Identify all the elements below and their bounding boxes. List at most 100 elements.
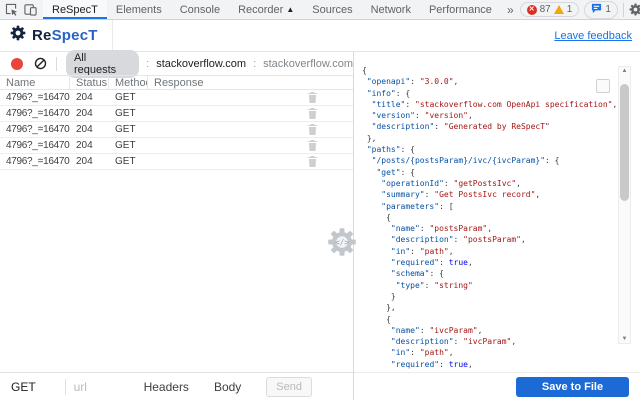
scrollbar-thumb[interactable] (620, 84, 629, 201)
cell-response (148, 156, 353, 167)
openapi-code-viewer[interactable]: { "openapi": "3.0.0", "info": { "title":… (354, 52, 640, 372)
column-header-name[interactable]: Name (0, 76, 70, 89)
filter-host[interactable]: stackoverflow.com (156, 58, 246, 70)
filter-separator: : (146, 58, 149, 70)
devtools-tab-bar: ReSpecT Elements Console Recorder▲Sources Ne… (0, 0, 640, 20)
record-button[interactable] (11, 58, 23, 70)
tab-label: ReSpecT (52, 4, 98, 16)
cell-method: GET (109, 92, 148, 103)
clear-icon[interactable] (34, 57, 47, 70)
table-row[interactable]: 4796?_=16470...204GET (0, 90, 353, 106)
cell-status: 204 (70, 156, 109, 167)
cell-method: GET (109, 124, 148, 135)
tab-elements[interactable]: Elements (107, 0, 171, 19)
leave-feedback-link[interactable]: Leave feedback (554, 30, 632, 42)
code-line: "title": "stackoverflow.com OpenApi spec… (362, 99, 616, 110)
filter-separator: : (253, 58, 256, 70)
cell-status: 204 (70, 124, 109, 135)
code-line: "operationId": "getPostsIvc", (362, 178, 616, 189)
url-input[interactable] (74, 380, 144, 394)
code-line: }, (362, 302, 616, 313)
code-scrollbar[interactable]: ▲ ▼ (618, 66, 631, 344)
requests-table: Name Status Method Response 4796?_=16470… (0, 75, 353, 170)
code-line: "paths": { (362, 144, 616, 155)
warning-count: 1 (567, 4, 573, 15)
scroll-up-icon[interactable]: ▲ (619, 68, 630, 74)
code-editor: { "openapi": "3.0.0", "info": { "title":… (362, 65, 616, 370)
console-errors-warnings-badge[interactable]: ✕ 87 1 (520, 2, 580, 17)
cell-response (148, 92, 353, 103)
method-select[interactable]: GET (11, 380, 44, 394)
divider (56, 57, 57, 71)
code-line: "required": true, (362, 359, 616, 370)
cell-name: 4796?_=16470... (0, 140, 70, 151)
save-row: Save to File (354, 372, 640, 400)
save-to-file-button[interactable]: Save to File (516, 377, 629, 397)
body-button[interactable]: Body (214, 380, 241, 394)
delete-request-icon[interactable] (308, 156, 317, 167)
delete-request-icon[interactable] (308, 92, 317, 103)
tab-label: Network (371, 4, 411, 16)
delete-request-icon[interactable] (308, 108, 317, 119)
issues-badge[interactable]: 1 (584, 1, 618, 19)
tab-sources[interactable]: Sources (303, 0, 361, 19)
error-count: 87 (540, 4, 551, 15)
code-line: "info": { (362, 88, 616, 99)
more-tabs-chevron[interactable]: » (501, 0, 520, 19)
cell-name: 4796?_=16470... (0, 124, 70, 135)
send-button[interactable]: Send (266, 377, 312, 397)
code-line: "in": "path", (362, 246, 616, 257)
tab-network[interactable]: Network (362, 0, 420, 19)
table-row[interactable]: 4796?_=16470...204GET (0, 122, 353, 138)
code-line: "description": "postsParam", (362, 234, 616, 245)
filter-all-requests[interactable]: All requests (66, 50, 139, 78)
tab-label: Console (180, 4, 220, 16)
cell-method: GET (109, 156, 148, 167)
code-line: "in": "path", (362, 347, 616, 358)
logo-title: ReSpecT (32, 27, 98, 44)
delete-request-icon[interactable] (308, 140, 317, 151)
column-header-method[interactable]: Method (109, 76, 148, 89)
device-toolbar-icon[interactable] (24, 3, 37, 16)
network-toolbar: All requests : stackoverflow.com : stack… (0, 52, 353, 75)
code-line: "summary": "Get PostsIvc record", (362, 189, 616, 200)
code-line: "schema": { (362, 268, 616, 279)
settings-gear-icon[interactable] (629, 3, 640, 16)
main-area: All requests : stackoverflow.com : stack… (0, 52, 640, 400)
table-row[interactable]: 4796?_=16470...204GET (0, 106, 353, 122)
issues-count: 1 (605, 4, 611, 15)
code-line: "version": "version", (362, 110, 616, 121)
issues-icon (591, 3, 602, 17)
warning-icon (554, 5, 564, 14)
scroll-down-icon[interactable]: ▼ (619, 336, 630, 342)
delete-request-icon[interactable] (308, 124, 317, 135)
headers-button[interactable]: Headers (144, 380, 189, 394)
cell-response (148, 108, 353, 119)
cell-name: 4796?_=16470... (0, 92, 70, 103)
tab-respect[interactable]: ReSpecT (43, 0, 107, 19)
column-header-response[interactable]: Response (148, 76, 353, 89)
code-line: { (362, 65, 616, 76)
cell-response (148, 140, 353, 151)
filter-host-muted[interactable]: stackoverflow.com (263, 58, 353, 70)
tab-label: Elements (116, 4, 162, 16)
table-row[interactable]: 4796?_=16470...204GET (0, 154, 353, 170)
code-line: "required": true, (362, 257, 616, 268)
cell-status: 204 (70, 92, 109, 103)
inspect-element-icon[interactable] (5, 3, 18, 16)
tab-console[interactable]: Console (171, 0, 229, 19)
code-line: "get": { (362, 167, 616, 178)
table-row[interactable]: 4796?_=16470...204GET (0, 138, 353, 154)
cell-name: 4796?_=16470... (0, 156, 70, 167)
tab-recorder[interactable]: Recorder▲ (229, 0, 303, 19)
code-line: }, (362, 133, 616, 144)
manual-request-bar: GET Headers Body Send (0, 372, 353, 400)
cell-method: GET (109, 108, 148, 119)
code-line: "name": "ivcParam", (362, 325, 616, 336)
tab-performance[interactable]: Performance (420, 0, 501, 19)
code-line: "type": "string" (362, 280, 616, 291)
column-header-status[interactable]: Status (70, 76, 109, 89)
svg-text:</>: </> (335, 238, 349, 247)
code-checkbox[interactable] (596, 79, 610, 93)
cell-name: 4796?_=16470... (0, 108, 70, 119)
